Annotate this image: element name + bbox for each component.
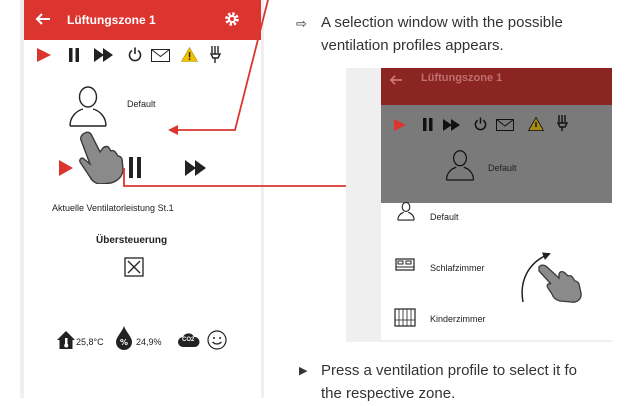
arrow-to-profile <box>168 0 269 135</box>
bullet-triangle-icon: ▶ <box>299 365 308 377</box>
mail-icon[interactable] <box>496 119 514 131</box>
back-arrow-icon[interactable] <box>389 74 403 86</box>
fast-forward-icon[interactable] <box>443 119 461 131</box>
hand-pointer-icon <box>536 263 584 303</box>
crib-icon <box>394 308 416 328</box>
warning-icon[interactable] <box>528 117 544 131</box>
menu-item-kinderzimmer[interactable]: Kinderzimmer <box>430 314 486 324</box>
menu-item-schlafzimmer[interactable]: Schlafzimmer <box>430 263 485 273</box>
instruction-2-line-1: Press a ventilation profile to select it… <box>321 362 577 379</box>
menu-item-default[interactable]: Default <box>430 212 459 222</box>
power-icon[interactable] <box>474 117 487 131</box>
user-small-icon <box>397 201 415 221</box>
play-icon[interactable] <box>393 119 407 131</box>
bed-icon <box>395 258 415 272</box>
filter-icon[interactable] <box>557 115 568 131</box>
instruction-1-line-2: ventilation profiles appears. <box>321 37 504 54</box>
instruction-1-line-1: A selection window with the possible <box>321 14 563 31</box>
instruction-2-line-2: the respective zone. <box>321 385 456 402</box>
arrow-to-selection <box>123 168 383 191</box>
profile-default-label: Default <box>488 163 517 173</box>
bullet-arrow-icon: ⇨ <box>296 16 307 31</box>
right-header-bar: Lüftungszone 1 <box>381 68 612 105</box>
zone-title: Lüftungszone 1 <box>421 72 503 84</box>
pause-icon[interactable] <box>423 118 433 131</box>
right-dimmed-toolbar: Default <box>381 105 612 203</box>
user-icon[interactable] <box>445 149 475 181</box>
